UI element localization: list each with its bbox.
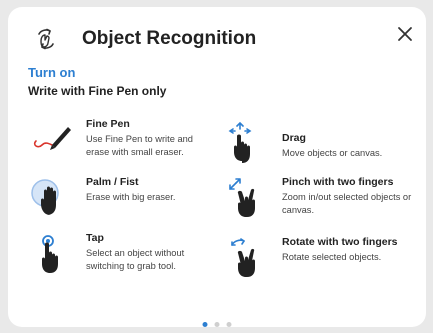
gesture-title: Drag [282, 132, 306, 144]
gesture-title: Palm / Fist [86, 176, 139, 188]
gesture-item-palm: Palm / Fist Erase with big eraser. [30, 175, 218, 219]
drag-icon [228, 121, 252, 163]
page-title: Object Recognition [82, 28, 257, 49]
close-icon[interactable] [394, 23, 416, 45]
page-dot[interactable] [202, 322, 208, 327]
gesture-item-drag: Drag Move objects or canvas. [226, 119, 414, 163]
gesture-title: Tap [86, 232, 104, 244]
object-recognition-icon [38, 28, 54, 50]
pagination-dots [202, 322, 232, 327]
object-recognition-dialog: Object Recognition Turn on Write with Fi… [8, 7, 426, 327]
mode-subtitle: Write with Fine Pen only [28, 84, 167, 98]
gesture-item-tap: Tap Select an object without switching t… [30, 231, 218, 275]
gesture-description: Rotate selected objects. [282, 252, 382, 262]
gesture-description: Use Fine Pen to write and erase with sma… [86, 134, 193, 157]
gesture-item-rotate: Rotate with two fingers Rotate selected … [226, 235, 414, 279]
page-dot[interactable] [214, 322, 220, 327]
gesture-description: Erase with big eraser. [86, 192, 176, 202]
dialog-header: Object Recognition [32, 25, 256, 53]
gesture-title: Pinch with two fingers [282, 176, 394, 188]
gesture-item-fine-pen: Fine Pen Use Fine Pen to write and erase… [30, 117, 218, 161]
gesture-description: Select an object without switching to gr… [86, 248, 185, 271]
palm-icon [31, 179, 59, 215]
page-dot[interactable] [226, 322, 232, 327]
gesture-title: Fine Pen [86, 118, 130, 130]
fine-pen-icon [33, 127, 71, 150]
gesture-title: Rotate with two fingers [282, 236, 398, 248]
tap-icon [42, 235, 58, 273]
gesture-description: Move objects or canvas. [282, 148, 383, 158]
gesture-description: Zoom in/out selected objects or canvas. [282, 192, 412, 215]
turn-on-link[interactable]: Turn on [28, 65, 75, 80]
pinch-icon [229, 178, 255, 217]
gesture-item-pinch: Pinch with two fingers Zoom in/out selec… [226, 175, 414, 219]
rotate-icon [231, 238, 255, 277]
